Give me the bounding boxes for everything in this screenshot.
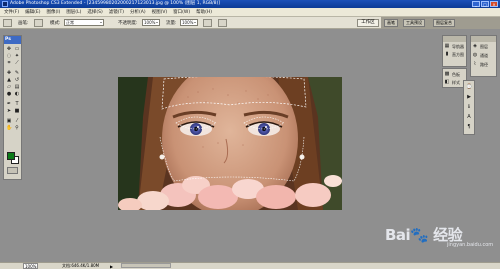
tab-brushes[interactable]: 画笔 <box>384 19 398 27</box>
mode-select[interactable]: 正常 <box>64 19 104 26</box>
menu-layer[interactable]: 图层(L) <box>66 8 81 17</box>
move-tool-icon[interactable]: ✥ <box>6 46 12 52</box>
notes-tool-icon[interactable]: ▣ <box>6 118 12 124</box>
foreground-color-swatch[interactable] <box>7 152 15 160</box>
menu-help[interactable]: 帮助(H) <box>196 8 212 17</box>
panel-styles-label[interactable]: 样式 <box>452 80 460 86</box>
horizontal-scrollbar[interactable] <box>121 263 171 268</box>
character-icon[interactable]: A <box>466 114 472 120</box>
shape-tool-icon[interactable]: ■ <box>14 108 20 114</box>
panel-histogram-label[interactable]: 直方图 <box>452 52 464 58</box>
magic-wand-tool-icon[interactable]: ✦ <box>14 53 20 59</box>
baidu-watermark: Bai🐾 经验 jingyan.baidu.com <box>385 222 495 252</box>
window-controls: _ □ × <box>472 1 498 7</box>
close-button[interactable]: × <box>490 1 498 7</box>
pen-tool-icon[interactable]: ✒ <box>6 101 12 107</box>
history-brush-tool-icon[interactable]: ↺ <box>14 77 20 83</box>
gradient-tool-icon[interactable]: ▤ <box>14 84 20 90</box>
tab-tool-presets[interactable]: 工具预设 <box>403 19 425 27</box>
maximize-button[interactable]: □ <box>481 1 489 7</box>
navigator-panel-group: ▦ 导航器 ▮ 直方图 <box>442 35 467 67</box>
brush-picker-button[interactable] <box>34 19 43 27</box>
eraser-tool-icon[interactable]: ▱ <box>6 84 12 90</box>
histogram-icon[interactable]: ▮ <box>444 51 450 57</box>
palette-well: 画笔 工具预设 图层复合 <box>381 17 500 29</box>
panel-channels-label[interactable]: 通道 <box>480 53 488 59</box>
flow-label: 流量: <box>166 21 177 26</box>
opacity-label: 不透明度: <box>118 21 138 26</box>
zoom-field[interactable]: 100% <box>23 263 38 269</box>
title-bar: Adobe Photoshop CS3 Extended - [23459980… <box>0 0 500 8</box>
layers-icon[interactable]: ◈ <box>472 43 478 49</box>
panel-paths-label[interactable]: 路径 <box>480 62 488 68</box>
layers-panel-group: ◈ 图层 ◍ 通道 ⌇ 路径 <box>470 35 497 77</box>
document-canvas[interactable] <box>118 77 342 210</box>
panel-layers-label[interactable]: 图层 <box>480 44 488 50</box>
tab-layer-comps[interactable]: 图层复合 <box>433 19 455 27</box>
quick-mask-button[interactable] <box>7 167 18 174</box>
toolbox-header: Ps <box>4 36 21 44</box>
hand-tool-icon[interactable]: ✋ <box>6 125 12 131</box>
navigator-icon[interactable]: ▦ <box>444 43 450 49</box>
extra-panel-dock: ⌚ ▶ ℹ A ¶ <box>463 80 475 135</box>
menu-select[interactable]: 选择(S) <box>87 8 102 17</box>
paragraph-icon[interactable]: ¶ <box>466 124 472 130</box>
path-select-tool-icon[interactable]: ➤ <box>6 108 12 114</box>
panel-navigator-label[interactable]: 导航器 <box>452 44 464 50</box>
status-bar: 100% 文档:646.4K/1.80M ▶ <box>0 262 500 269</box>
mode-label: 模式: <box>50 21 61 26</box>
slice-tool-icon[interactable]: ⟋ <box>14 60 20 66</box>
stamp-tool-icon[interactable]: ▲ <box>6 77 12 83</box>
panel-swatches-label[interactable]: 色板 <box>452 72 460 78</box>
opacity-field[interactable]: 100% <box>142 19 160 26</box>
flow-field[interactable]: 100% <box>180 19 198 26</box>
menu-file[interactable]: 文件(F) <box>4 8 19 17</box>
workspace-button[interactable]: 工作区 <box>357 19 379 27</box>
marquee-tool-icon[interactable]: ▭ <box>14 46 20 52</box>
paths-icon[interactable]: ⌇ <box>472 61 478 67</box>
tablet-pressure-icon[interactable] <box>218 19 227 27</box>
healing-tool-icon[interactable]: ✚ <box>6 70 12 76</box>
photo-image <box>118 77 342 210</box>
blur-tool-icon[interactable]: ● <box>6 91 12 97</box>
brush-label: 画笔: <box>18 21 29 26</box>
actions-icon[interactable]: ▶ <box>466 94 472 100</box>
styles-icon[interactable]: ◧ <box>444 79 450 85</box>
swatches-icon[interactable]: ▩ <box>444 71 450 77</box>
menu-image[interactable]: 图像(I) <box>46 8 60 17</box>
tools-panel: Ps ✥ ▭ ◌ ✦ ⌗ ⟋ ✚ ✎ ▲ ↺ ▱ ▤ ● ◐ ✒ T ➤ ■ ▣… <box>3 35 22 180</box>
airbrush-icon[interactable] <box>203 19 212 27</box>
type-tool-icon[interactable]: T <box>14 101 20 107</box>
watermark-url: jingyan.baidu.com <box>447 242 494 248</box>
lasso-tool-icon[interactable]: ◌ <box>6 53 12 59</box>
document-size[interactable]: 文档:646.4K/1.80M <box>62 263 99 269</box>
brush-tool-icon[interactable]: ✎ <box>14 70 20 76</box>
menu-bar: 文件(F) 编辑(E) 图像(I) 图层(L) 选择(S) 滤镜(T) 分析(A… <box>0 8 500 17</box>
menu-filter[interactable]: 滤镜(T) <box>109 8 124 17</box>
menu-analysis[interactable]: 分析(A) <box>130 8 146 17</box>
menu-window[interactable]: 窗口(W) <box>173 8 190 17</box>
channels-icon[interactable]: ◍ <box>472 52 478 58</box>
photoshop-app-icon <box>2 1 8 7</box>
minimize-button[interactable]: _ <box>472 1 480 7</box>
zoom-tool-icon[interactable]: ⚲ <box>14 125 20 131</box>
history-icon[interactable]: ⌚ <box>466 84 472 90</box>
menu-view[interactable]: 视图(V) <box>152 8 168 17</box>
menu-edit[interactable]: 编辑(E) <box>25 8 40 17</box>
window-title: Adobe Photoshop CS3 Extended - [23459980… <box>10 1 221 6</box>
dodge-tool-icon[interactable]: ◐ <box>14 91 20 97</box>
crop-tool-icon[interactable]: ⌗ <box>6 60 12 66</box>
info-icon[interactable]: ℹ <box>466 104 472 110</box>
brush-tool-preset-icon[interactable] <box>3 19 12 27</box>
status-menu-arrow-icon[interactable]: ▶ <box>110 264 113 269</box>
eyedropper-tool-icon[interactable]: ⁄ <box>14 118 20 124</box>
